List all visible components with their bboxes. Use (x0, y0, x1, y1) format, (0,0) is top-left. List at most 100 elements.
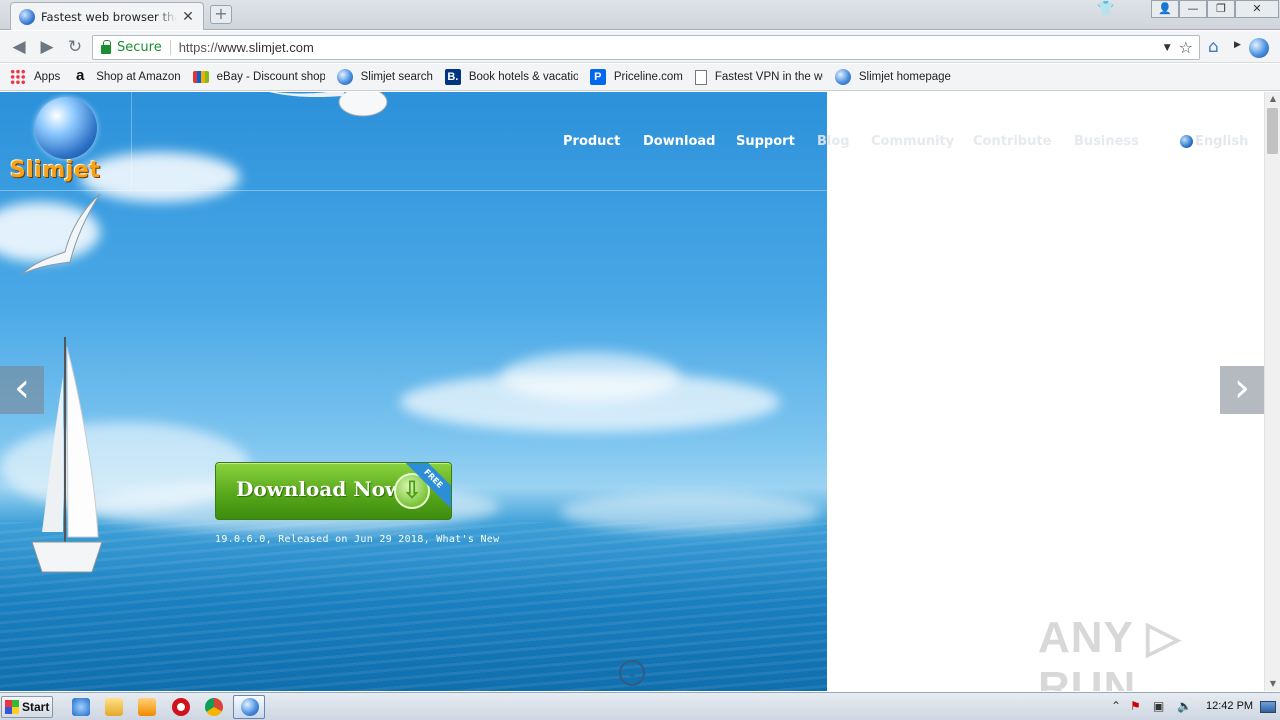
sea (0, 522, 827, 691)
slimjet-menu-globe-icon[interactable] (1249, 38, 1269, 58)
bookmark-amazon[interactable]: a Shop at Amazon (72, 67, 181, 85)
nav-contribute[interactable]: Contribute (973, 134, 1051, 149)
bookmark-priceline[interactable]: P Priceline.com (589, 69, 683, 85)
bookmarks-bar: Apps a Shop at Amazon eBay - Discount sh… (0, 64, 1280, 91)
tab-strip: Fastest web browser that blocks ads ✕ + … (0, 0, 1280, 30)
network-icon[interactable]: ▣ (1153, 699, 1164, 713)
scroll-down-icon[interactable]: ⌄ (619, 660, 645, 686)
scroll-thumb[interactable] (1267, 108, 1278, 154)
language-label: English (1195, 134, 1249, 149)
nav-download[interactable]: Download (643, 134, 715, 149)
theme-shirt-icon[interactable]: 👕 (1097, 1, 1114, 17)
cloud (500, 352, 680, 402)
release-info[interactable]: 19.0.6.0, Released on Jun 29 2018, What'… (215, 534, 499, 545)
nav-blog[interactable]: Blog (817, 134, 850, 149)
priceline-icon: P (589, 69, 606, 85)
bookmark-star-icon[interactable]: ☆ (1179, 38, 1193, 57)
media-player-icon[interactable] (138, 698, 156, 716)
globe-icon (1180, 135, 1193, 148)
close-window-button[interactable]: ✕ (1235, 0, 1279, 18)
url-text[interactable]: https://www.slimjet.com (171, 40, 1164, 55)
bookmark-label: Shop at Amazon (96, 71, 181, 83)
forward-button[interactable]: ▶ (36, 37, 58, 57)
bookmark-label: Fastest VPN in the wor (714, 71, 823, 83)
globe-icon (834, 69, 851, 85)
tab-title: Fastest web browser that blocks ads (41, 9, 177, 24)
security-alert-icon[interactable]: ⚑ (1130, 699, 1141, 713)
language-selector[interactable]: English (1180, 134, 1248, 149)
vertical-scrollbar[interactable]: ▲ ▼ (1264, 92, 1280, 691)
bookmark-label: eBay - Discount shoppi (216, 71, 325, 83)
tray-expand-icon[interactable]: ⌃ (1111, 699, 1121, 713)
globe-icon (19, 8, 35, 25)
nav-community[interactable]: Community (871, 134, 954, 149)
hero-banner: Slimjet Download Now ⇩ FREE 19.0.6.0, Re… (0, 92, 827, 691)
scroll-up-icon[interactable]: ▲ (1265, 92, 1280, 106)
lock-icon (101, 40, 111, 54)
bookmark-slimjet-search[interactable]: Slimjet search (336, 69, 433, 85)
apps-icon (10, 69, 26, 85)
scroll-down-arrow-icon[interactable]: ▼ (1265, 677, 1280, 691)
internet-explorer-icon[interactable] (72, 698, 90, 716)
reload-button[interactable]: ↻ (64, 37, 86, 57)
volume-icon[interactable]: 🔈 (1177, 699, 1192, 713)
start-button[interactable]: Start (1, 696, 53, 718)
download-now-label: Download Now (236, 477, 403, 501)
seagull-image (269, 92, 388, 117)
bookmark-label: Priceline.com (613, 71, 683, 83)
download-now-button[interactable]: Download Now ⇩ FREE (215, 462, 452, 520)
bookmark-label: Slimjet homepage (858, 71, 951, 83)
restore-button[interactable]: ❐ (1207, 0, 1235, 18)
secure-label[interactable]: Secure (117, 40, 171, 55)
close-tab-icon[interactable]: ✕ (181, 9, 195, 25)
seagull-image (21, 193, 101, 275)
bookmark-apps[interactable]: Apps (10, 69, 60, 85)
show-desktop-icon[interactable] (1260, 701, 1276, 713)
url-host: www.slimjet.com (217, 40, 314, 55)
nav-business[interactable]: Business (1074, 134, 1139, 149)
toolbar: ◀ ▶ ↻ Secure https://www.slimjet.com ▼ ☆… (0, 31, 1280, 63)
back-button[interactable]: ◀ (8, 37, 30, 57)
slider-prev-button[interactable]: ‹ (0, 366, 44, 414)
nav-product[interactable]: Product (563, 134, 620, 149)
booking-icon: B. (444, 69, 461, 85)
bookmark-booking[interactable]: B. Book hotels & vacation (444, 69, 578, 85)
url-scheme: https:// (178, 40, 218, 55)
slimjet-logo-text[interactable]: Slimjet (10, 158, 100, 183)
amazon-icon: a (76, 67, 85, 84)
home-dropdown-icon[interactable]: ▶ (1234, 40, 1241, 50)
slider-next-button[interactable]: › (1220, 366, 1264, 414)
window-controls: 👤 — ❐ ✕ (1151, 0, 1279, 18)
divider (131, 92, 132, 190)
globe-icon (336, 69, 353, 85)
opera-icon[interactable] (172, 698, 190, 716)
bookmark-ebay[interactable]: eBay - Discount shoppi (192, 71, 325, 83)
nav-support[interactable]: Support (736, 134, 795, 149)
page-icon (694, 69, 707, 85)
bookmark-label: Apps (34, 71, 61, 83)
folder-icon[interactable] (105, 698, 123, 716)
omnibox-dropdown-icon[interactable]: ▼ (1164, 43, 1171, 53)
home-icon[interactable]: ⌂ (1208, 37, 1219, 57)
minimize-button[interactable]: — (1179, 0, 1207, 18)
bookmark-vpn[interactable]: Fastest VPN in the wor (694, 69, 823, 85)
header-divider (0, 190, 1280, 191)
slimjet-logo-globe-icon[interactable] (35, 97, 97, 159)
slimjet-icon (241, 698, 259, 716)
ebay-icon (192, 71, 209, 83)
start-label: Start (22, 700, 50, 714)
page-viewport: Slimjet Download Now ⇩ FREE 19.0.6.0, Re… (0, 92, 1280, 691)
taskbar: Start ⌃ ⚑ ▣ 🔈 12:42 PM (0, 692, 1280, 720)
profile-button[interactable]: 👤 (1151, 0, 1179, 18)
bookmark-slimjet-homepage[interactable]: Slimjet homepage (834, 69, 951, 85)
taskbar-slimjet-window[interactable] (233, 695, 265, 719)
windows-logo-icon (5, 700, 19, 714)
bookmark-label: Book hotels & vacation (468, 71, 578, 83)
anyrun-watermark: ANY ▷ RUN (1038, 613, 1182, 691)
new-tab-button[interactable]: + (210, 5, 232, 24)
address-bar[interactable]: Secure https://www.slimjet.com ▼ ☆ (92, 35, 1200, 60)
clock[interactable]: 12:42 PM (1206, 700, 1253, 712)
chrome-icon[interactable] (205, 698, 223, 716)
bookmark-label: Slimjet search (360, 71, 433, 83)
tab-active[interactable]: Fastest web browser that blocks ads ✕ (10, 2, 204, 30)
